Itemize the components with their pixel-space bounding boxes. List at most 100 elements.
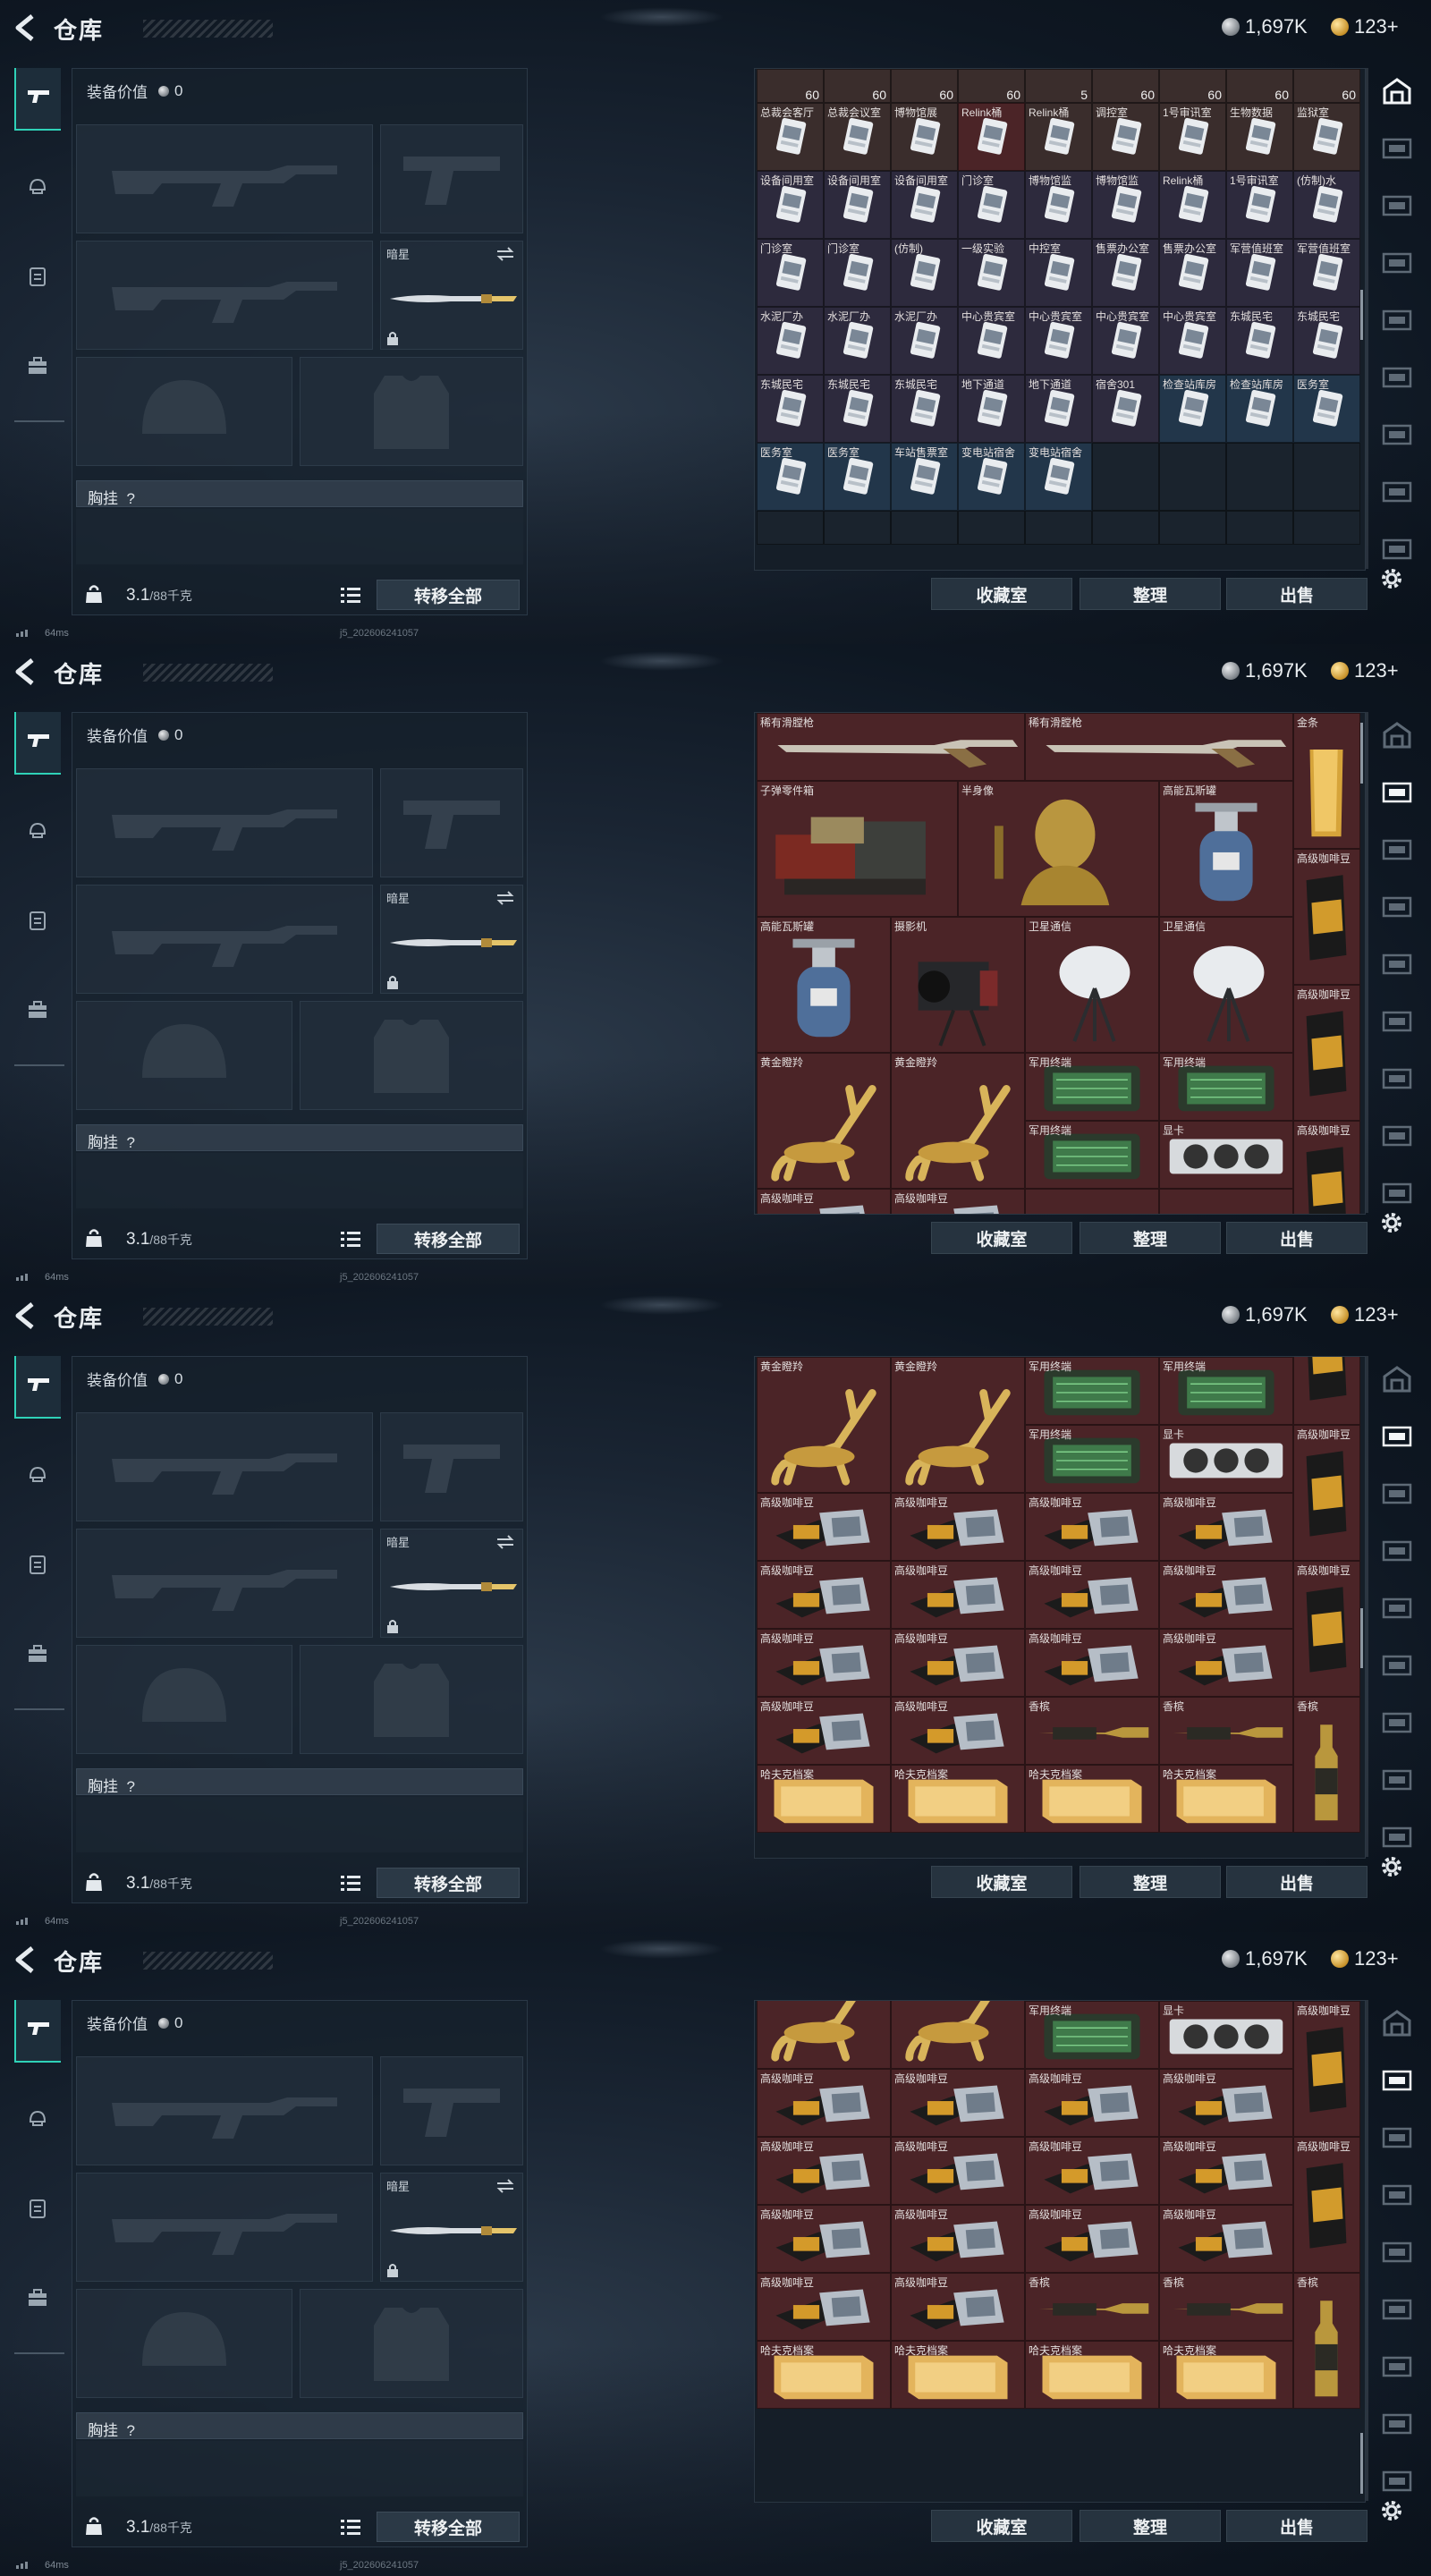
- gear-icon[interactable]: [1378, 565, 1405, 592]
- helmet-slot[interactable]: [76, 2289, 292, 2398]
- inventory-item[interactable]: 黄金瞪羚: [891, 1053, 1025, 1189]
- inventory-item[interactable]: 东城民宅: [891, 375, 958, 443]
- inventory-item[interactable]: 一级实验: [958, 239, 1025, 307]
- inventory-item[interactable]: 金条: [1293, 713, 1360, 849]
- inventory-item[interactable]: 子弹零件箱: [757, 781, 958, 917]
- inventory-item[interactable]: 黄金瞪羚: [757, 1053, 891, 1189]
- inventory-item[interactable]: 高级咖啡豆: [757, 2069, 891, 2137]
- inventory-item[interactable]: 地下通道: [958, 375, 1025, 443]
- inventory-item[interactable]: 高级咖啡豆: [1159, 1629, 1293, 1697]
- tab-vest[interactable]: [14, 891, 61, 953]
- gold-currency[interactable]: 123+: [1331, 1947, 1399, 1970]
- storage-tab-1[interactable]: [1368, 712, 1426, 762]
- inventory-item[interactable]: 高能瓦斯罐: [757, 917, 891, 1053]
- silver-currency[interactable]: 1,697K: [1222, 659, 1308, 682]
- inventory-item[interactable]: 检查站库房: [1159, 375, 1226, 443]
- chest-rig-bar[interactable]: 胸挂 ?: [76, 480, 523, 507]
- swap-icon[interactable]: [495, 2179, 515, 2193]
- tab-weapons[interactable]: [14, 712, 61, 775]
- inventory-item[interactable]: 中心贵宾室: [1159, 307, 1226, 375]
- pistol-slot[interactable]: [380, 1412, 523, 1521]
- primary-weapon-slot[interactable]: [76, 768, 373, 877]
- chest-rig-bar[interactable]: 胸挂 ?: [76, 1768, 523, 1795]
- inventory-item[interactable]: 军用终端: [1025, 1357, 1159, 1425]
- inventory-item[interactable]: 监狱室: [1293, 103, 1360, 171]
- storage-tab-7[interactable]: [1368, 1055, 1426, 1106]
- inventory-item[interactable]: 哈夫克档案: [1159, 2341, 1293, 2409]
- swap-icon[interactable]: [495, 1535, 515, 1549]
- inventory-item[interactable]: 高级咖啡豆: [1159, 2069, 1293, 2137]
- inventory-item[interactable]: Relink桶: [1159, 171, 1226, 239]
- inventory-item[interactable]: 医务室: [824, 443, 891, 511]
- storage-tab-6[interactable]: [1368, 998, 1426, 1048]
- inventory-item[interactable]: (仿制): [891, 239, 958, 307]
- inventory-item[interactable]: 高级咖啡豆: [757, 2273, 891, 2341]
- inventory-item[interactable]: 变电站宿舍: [958, 443, 1025, 511]
- tab-weapons[interactable]: [14, 2000, 61, 2063]
- inventory-item[interactable]: 黄金瞪羚: [757, 1357, 891, 1493]
- inventory-item[interactable]: 高级咖啡豆: [1025, 1561, 1159, 1629]
- inventory-item[interactable]: 总裁会客厅: [757, 103, 824, 171]
- inventory-item[interactable]: 中心贵宾室: [1092, 307, 1159, 375]
- storage-tab-8[interactable]: [1368, 1113, 1426, 1163]
- inventory-item[interactable]: 高级咖啡豆: [891, 2069, 1025, 2137]
- inventory-item[interactable]: 稀有滑膛枪: [1025, 713, 1293, 781]
- inventory-item[interactable]: 60: [1092, 69, 1159, 103]
- back-arrow-icon[interactable]: [13, 1301, 39, 1331]
- inventory-item[interactable]: 军用终端: [1025, 1121, 1159, 1189]
- sell-button[interactable]: 出售: [1226, 2510, 1367, 2542]
- storage-tab-4[interactable]: [1368, 2172, 1426, 2222]
- transfer-all-button[interactable]: 转移全部: [377, 1224, 520, 1254]
- back-arrow-icon[interactable]: [13, 657, 39, 687]
- inventory-item[interactable]: 高级咖啡豆: [1159, 1493, 1293, 1561]
- inventory-item[interactable]: [891, 2001, 1025, 2069]
- inventory-item[interactable]: 高级咖啡豆: [757, 1697, 891, 1765]
- inventory-item[interactable]: 军用终端: [1025, 2001, 1159, 2069]
- inventory-item[interactable]: 60: [1159, 69, 1226, 103]
- inventory-item[interactable]: 军用终端: [1159, 1357, 1293, 1425]
- inventory-item[interactable]: 高级咖啡豆: [891, 2273, 1025, 2341]
- organize-button[interactable]: 整理: [1080, 2510, 1221, 2542]
- transfer-all-button[interactable]: 转移全部: [377, 2512, 520, 2542]
- inventory-item[interactable]: 摄影机: [891, 917, 1025, 1053]
- gold-currency[interactable]: 123+: [1331, 1303, 1399, 1326]
- pistol-slot[interactable]: [380, 768, 523, 877]
- inventory-item[interactable]: 1号审讯室: [1159, 103, 1226, 171]
- inventory-item[interactable]: 调控室: [1092, 103, 1159, 171]
- inventory-item[interactable]: 显卡: [1159, 1425, 1293, 1493]
- collection-room-button[interactable]: 收藏室: [931, 2510, 1072, 2542]
- inventory-item[interactable]: 售票办公室: [1092, 239, 1159, 307]
- back-arrow-icon[interactable]: [13, 13, 39, 43]
- storage-tab-8[interactable]: [1368, 2401, 1426, 2451]
- inventory-item[interactable]: 东城民宅: [1226, 307, 1293, 375]
- inventory-item[interactable]: 博物馆展: [891, 103, 958, 171]
- inventory-item[interactable]: 军用终端: [1025, 1425, 1159, 1493]
- gear-icon[interactable]: [1378, 1853, 1405, 1880]
- primary-weapon-slot[interactable]: [76, 124, 373, 233]
- inventory-item[interactable]: 中控室: [1025, 239, 1092, 307]
- storage-tab-8[interactable]: [1368, 469, 1426, 519]
- silver-currency[interactable]: 1,697K: [1222, 1947, 1308, 1970]
- tab-helmet[interactable]: [14, 1445, 61, 1508]
- armor-slot[interactable]: [300, 357, 523, 466]
- inventory-item[interactable]: 高级咖啡豆: [1293, 1561, 1360, 1697]
- tab-backpack[interactable]: [14, 2268, 61, 2331]
- inventory-item[interactable]: 高级咖啡豆: [891, 1493, 1025, 1561]
- gold-currency[interactable]: 123+: [1331, 15, 1399, 38]
- inventory-item[interactable]: 高级咖啡豆: [1025, 1629, 1159, 1697]
- inventory-item[interactable]: 高级咖啡豆: [891, 1629, 1025, 1697]
- inventory-item[interactable]: 检查站库房: [1226, 375, 1293, 443]
- tab-backpack[interactable]: [14, 980, 61, 1043]
- inventory-item[interactable]: 高级咖啡豆: [1025, 2137, 1159, 2205]
- storage-tab-3[interactable]: [1368, 1470, 1426, 1521]
- inventory-item[interactable]: 1号审讯室: [1226, 171, 1293, 239]
- inventory-scrollbar[interactable]: [1360, 2433, 1363, 2494]
- storage-tab-3[interactable]: [1368, 2114, 1426, 2165]
- inventory-item[interactable]: 高级咖啡豆: [891, 1561, 1025, 1629]
- storage-tab-5[interactable]: [1368, 1585, 1426, 1635]
- armor-slot[interactable]: [300, 1645, 523, 1754]
- inventory-item[interactable]: [757, 2001, 891, 2069]
- storage-tab-6[interactable]: [1368, 2286, 1426, 2336]
- inventory-item[interactable]: 水泥厂办: [891, 307, 958, 375]
- inventory-item[interactable]: 中心贵宾室: [958, 307, 1025, 375]
